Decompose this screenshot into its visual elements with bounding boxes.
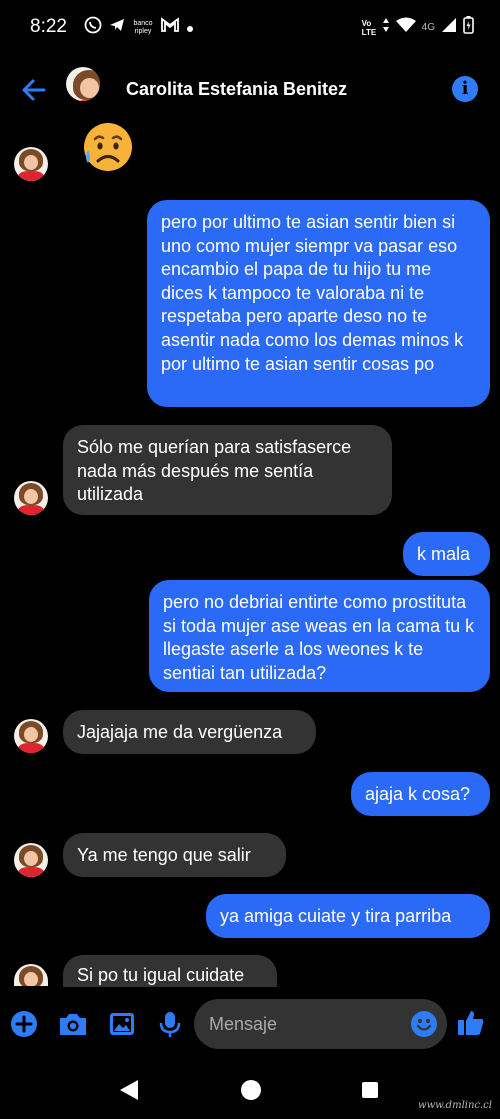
triangle-back-icon [120, 1080, 138, 1100]
nav-home-button[interactable] [240, 1079, 262, 1106]
watermark: www.dmlinc.cl [418, 1100, 492, 1111]
whatsapp-icon [84, 16, 102, 39]
system-navigation-bar: www.dmlinc.cl [0, 1064, 500, 1119]
contact-avatar[interactable] [66, 67, 100, 101]
message-bubble-outgoing[interactable]: ya amiga cuiate y tira parriba [206, 894, 490, 938]
telegram-icon [108, 16, 126, 39]
message-composer [0, 996, 500, 1054]
emoji-button[interactable] [410, 1010, 438, 1038]
status-time: 8:22 [30, 16, 67, 37]
sender-avatar[interactable] [14, 481, 48, 515]
info-button[interactable]: i [452, 76, 478, 102]
crying-face-emoji-icon [78, 122, 136, 174]
chat-header: Carolita Estefania Benitez i [0, 60, 500, 120]
thumbs-up-icon [458, 1011, 484, 1035]
battery-icon [463, 16, 474, 39]
bank-app-icon: banco ripley [133, 19, 153, 35]
wifi-icon [395, 17, 416, 38]
message-bubble-incoming[interactable]: Si po tu igual cuidate [63, 955, 277, 987]
notification-dot-icon [186, 18, 194, 38]
signal-icon [441, 17, 457, 38]
message-bubble-outgoing[interactable]: ajaja k cosa? [351, 772, 490, 816]
gallery-button[interactable] [108, 1010, 136, 1038]
message-bubble-incoming[interactable]: Jajajaja me da vergüenza [63, 710, 316, 754]
message-bubble-incoming[interactable]: Ya me tengo que salir [63, 833, 286, 877]
message-bubble-outgoing[interactable]: k mala [403, 532, 490, 576]
sender-avatar[interactable] [14, 147, 48, 181]
volte-icon: Vo LTE [361, 18, 377, 37]
plus-circle-icon [11, 1011, 37, 1037]
nav-recents-button[interactable] [361, 1081, 379, 1104]
data-arrows-icon [382, 17, 390, 38]
sender-avatar[interactable] [14, 843, 48, 877]
square-recents-icon [362, 1082, 378, 1098]
like-button[interactable] [456, 1008, 484, 1036]
add-button[interactable] [10, 1010, 38, 1038]
back-button[interactable] [18, 74, 50, 106]
microphone-icon [159, 1012, 181, 1037]
message-bubble-incoming[interactable]: Sólo me querían para satisfaserce nada m… [63, 425, 392, 515]
image-icon [110, 1013, 134, 1035]
message-bubble-outgoing[interactable]: pero por ultimo te asian sentir bien si … [147, 200, 490, 407]
camera-icon [60, 1014, 86, 1035]
sender-avatar[interactable] [14, 719, 48, 753]
message-bubble-outgoing[interactable]: pero no debriai entirte como prostituta … [149, 580, 490, 692]
smiley-icon [411, 1011, 437, 1037]
contact-name[interactable]: Carolita Estefania Benitez [126, 79, 347, 100]
circle-home-icon [241, 1080, 261, 1100]
info-icon: i [461, 78, 469, 99]
sender-avatar[interactable] [14, 964, 48, 986]
network-type-icon: 4G [421, 21, 435, 33]
camera-button[interactable] [58, 1010, 86, 1038]
status-bar: 8:22 banco ripley Vo LTE 4G [0, 0, 500, 56]
arrow-left-icon [22, 79, 46, 101]
nav-back-button[interactable] [118, 1078, 140, 1107]
gmail-icon [160, 17, 180, 38]
voice-button[interactable] [156, 1010, 184, 1038]
